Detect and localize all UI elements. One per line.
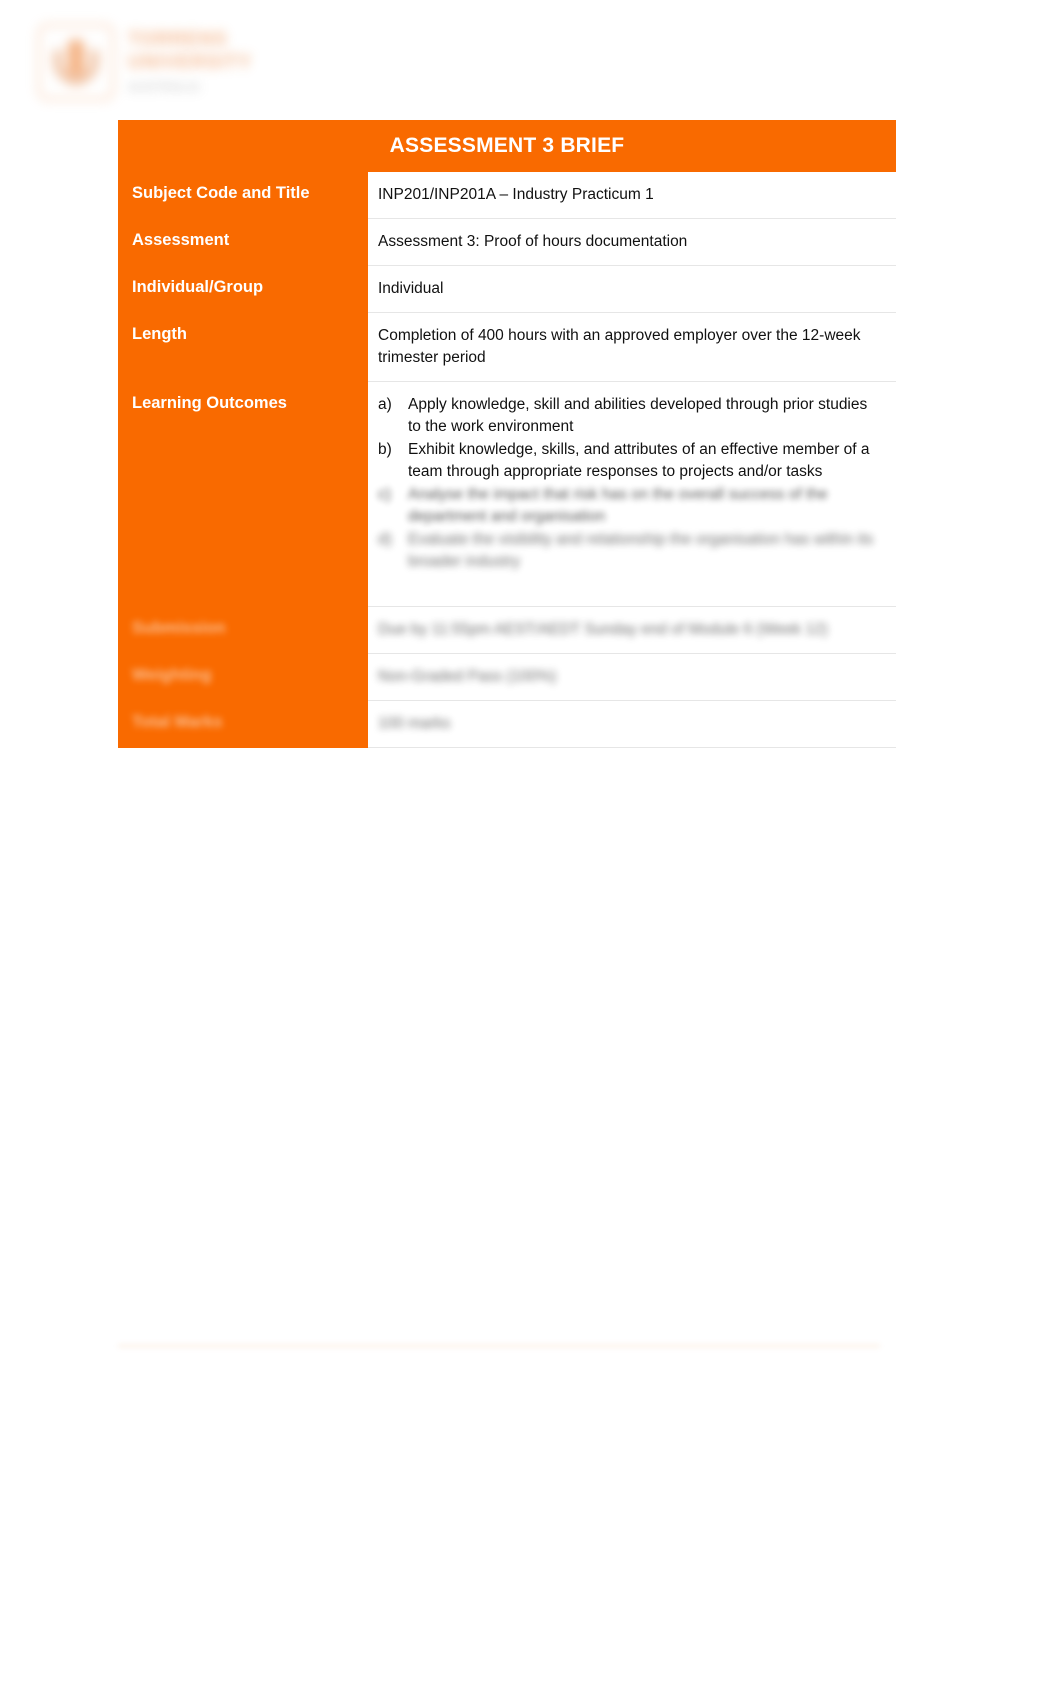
row-label-weighting: Weighting [118, 653, 368, 701]
row-value-subject-code-and-title: INP201/INP201A – Industry Practicum 1 [368, 172, 896, 219]
list-text: Apply knowledge, skill and abilities dev… [408, 396, 868, 435]
document-page: TORRENS UNIVERSITY AUSTRALIA ASSESSMENT … [0, 0, 1062, 1684]
row-value-individual-group: Individual [368, 265, 896, 313]
row-label-individual-group: Individual/Group [118, 265, 368, 313]
row-value-length: Completion of 400 hours with an approved… [368, 312, 896, 382]
list-item: d) Evaluate the visibility and relations… [378, 529, 880, 573]
list-marker: c) [378, 486, 391, 503]
row-label-length: Length [118, 312, 368, 382]
list-text: Exhibit knowledge, skills, and attribute… [408, 441, 870, 480]
row-value-assessment: Assessment 3: Proof of hours documentati… [368, 218, 896, 266]
row-label-total-marks-text: Total Marks [132, 712, 223, 731]
table-row: Assessment Assessment 3: Proof of hours … [118, 218, 896, 266]
list-marker: b) [378, 441, 392, 458]
list-marker: d) [378, 531, 392, 548]
table-row: Total Marks 100 marks [118, 700, 896, 748]
row-value-weighting: Non-Graded Pass (100%) [368, 653, 896, 701]
row-value-submission-text: Due by 11:55pm AEST/AEDT Sunday end of M… [378, 621, 828, 638]
row-value-weighting-text: Non-Graded Pass (100%) [378, 668, 557, 685]
list-item: c) Analyse the impact that risk has on t… [378, 484, 880, 528]
university-logo: TORRENS UNIVERSITY AUSTRALIA [38, 18, 310, 106]
row-label-subject-code-and-title: Subject Code and Title [118, 172, 368, 219]
row-label-submission-text: Submission [132, 618, 226, 637]
learning-outcomes-list: a) Apply knowledge, skill and abilities … [378, 394, 880, 573]
list-item: b) Exhibit knowledge, skills, and attrib… [378, 439, 880, 483]
row-value-submission: Due by 11:55pm AEST/AEDT Sunday end of M… [368, 606, 896, 654]
assessment-brief-table: ASSESSMENT 3 BRIEF Subject Code and Titl… [118, 120, 896, 748]
logo-line-1: TORRENS [128, 29, 228, 51]
table-row: Learning Outcomes a) Apply knowledge, sk… [118, 381, 896, 607]
list-marker: a) [378, 396, 392, 413]
list-text: Analyse the impact that risk has on the … [408, 486, 828, 525]
footer-divider [118, 1345, 880, 1347]
row-label-submission: Submission [118, 606, 368, 654]
table-row: Individual/Group Individual [118, 265, 896, 313]
row-label-total-marks: Total Marks [118, 700, 368, 748]
table-row: Weighting Non-Graded Pass (100%) [118, 653, 896, 701]
list-item: a) Apply knowledge, skill and abilities … [378, 394, 880, 438]
row-label-learning-outcomes: Learning Outcomes [118, 381, 368, 607]
row-value-learning-outcomes: a) Apply knowledge, skill and abilities … [368, 381, 896, 607]
row-value-total-marks: 100 marks [368, 700, 896, 748]
row-value-total-marks-text: 100 marks [378, 715, 451, 732]
page-title: ASSESSMENT 3 BRIEF [389, 134, 625, 157]
table-title-cell: ASSESSMENT 3 BRIEF [118, 120, 896, 172]
torrens-crest-icon [38, 24, 114, 100]
row-label-assessment: Assessment [118, 218, 368, 266]
table-row: Subject Code and Title INP201/INP201A – … [118, 172, 896, 219]
list-text: Evaluate the visibility and relationship… [408, 531, 874, 570]
table-row: Submission Due by 11:55pm AEST/AEDT Sund… [118, 606, 896, 654]
logo-wordmark: TORRENS UNIVERSITY AUSTRALIA [128, 30, 252, 94]
logo-line-3: AUSTRALIA [128, 79, 201, 94]
table-title-row: ASSESSMENT 3 BRIEF [118, 120, 896, 172]
row-label-weighting-text: Weighting [132, 665, 212, 684]
logo-line-2: UNIVERSITY [128, 52, 253, 73]
table-row: Length Completion of 400 hours with an a… [118, 312, 896, 382]
